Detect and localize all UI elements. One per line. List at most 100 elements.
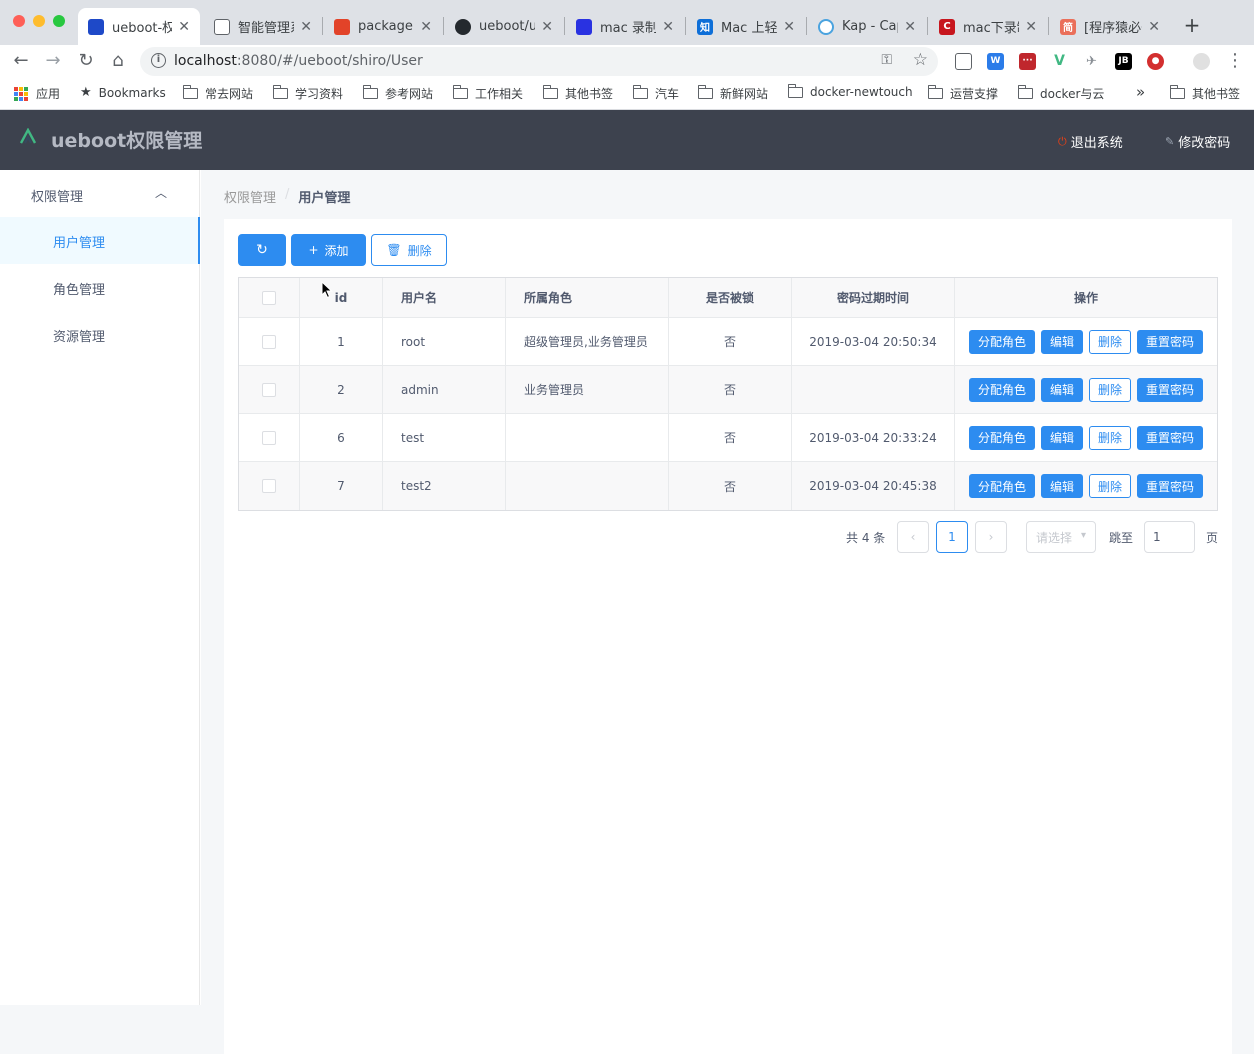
profile-avatar-icon[interactable] [1193, 53, 1210, 70]
delete-button-label: 删除 [407, 243, 432, 258]
folder-icon [787, 83, 803, 98]
bookmark-folder[interactable]: docker-newtouch [787, 83, 913, 99]
sidebar-group-permissions[interactable]: 权限管理 ︿ [0, 170, 199, 217]
record-extension-icon[interactable]: ● [1147, 53, 1164, 70]
column-header-id: id [300, 278, 383, 317]
assign-role-button[interactable]: 分配角色 [968, 474, 1035, 498]
bookmark-folder[interactable]: 运营支撑 [927, 85, 998, 102]
page-size-select[interactable]: 请选择 ▾ [1026, 521, 1096, 553]
new-tab-icon[interactable]: + [1180, 14, 1204, 38]
bookmark-bookmarks[interactable]: ★ Bookmarks [80, 85, 166, 100]
sidebar-item-users[interactable]: 用户管理 [0, 217, 200, 264]
logout-button[interactable]: ⏻ 退出系统 [1058, 132, 1123, 152]
browser-tab[interactable]: package.js ✕ [324, 8, 442, 45]
site-info-icon[interactable]: i [151, 53, 166, 68]
bookmark-other-folder[interactable]: 其他书签 [1169, 85, 1240, 102]
cell-locked: 否 [669, 366, 792, 413]
close-tab-icon[interactable]: ✕ [1148, 19, 1160, 35]
delete-button[interactable]: 🗑 删除 [371, 234, 447, 266]
sidebar-item-resources[interactable]: 资源管理 [0, 311, 200, 358]
close-window-button[interactable] [13, 15, 25, 27]
reset-password-button[interactable]: 重置密码 [1137, 425, 1204, 450]
sidebar-group-label: 权限管理 [31, 190, 84, 205]
bookmark-folder[interactable]: 参考网站 [362, 85, 433, 102]
home-icon[interactable]: ⌂ [107, 50, 129, 72]
vue-logo-icon [20, 128, 37, 144]
reload-icon[interactable]: ↻ [75, 50, 97, 72]
bookmark-folder[interactable]: 常去网站 [182, 85, 253, 102]
bookmark-folder[interactable]: 工作相关 [452, 85, 524, 102]
select-all-cell [239, 278, 300, 317]
bookmark-star-icon[interactable]: ☆ [913, 50, 928, 70]
bookmark-folder[interactable]: 学习资料 [272, 85, 343, 102]
key-icon[interactable]: ⚿ [881, 52, 892, 68]
bookmark-folder[interactable]: docker与云 [1017, 85, 1104, 102]
browser-tab[interactable]: ueboot/ue ✕ [445, 8, 563, 45]
close-tab-icon[interactable]: ✕ [662, 19, 674, 35]
back-icon[interactable]: ← [10, 50, 32, 72]
row-checkbox[interactable] [262, 334, 276, 349]
browser-tab[interactable]: mac 录制g ✕ [566, 8, 684, 45]
browser-tab[interactable]: ueboot-权 ✕ [78, 8, 200, 45]
reset-password-button[interactable]: 重置密码 [1137, 474, 1204, 498]
edit-button[interactable]: 编辑 [1040, 377, 1083, 402]
row-checkbox[interactable] [262, 382, 276, 397]
page-button[interactable]: 1 [936, 521, 968, 553]
add-button[interactable]: + 添加 [291, 234, 366, 266]
chevron-down-icon: ▾ [1080, 530, 1086, 541]
row-delete-button[interactable]: 删除 [1089, 425, 1132, 450]
row-delete-button[interactable]: 删除 [1089, 329, 1132, 354]
browser-tab[interactable]: 智能管理系 ✕ [204, 8, 322, 45]
select-all-checkbox[interactable] [262, 290, 276, 305]
close-tab-icon[interactable]: ✕ [300, 19, 312, 35]
w-extension-icon[interactable]: W [987, 53, 1004, 70]
sidebar-item-roles[interactable]: 角色管理 [0, 264, 200, 311]
row-checkbox[interactable] [262, 479, 276, 493]
browser-tab[interactable]: Kap - Cap ✕ [808, 8, 926, 45]
bookmark-folder[interactable]: 汽车 [632, 85, 679, 102]
edit-button[interactable]: 编辑 [1040, 474, 1083, 498]
fullscreen-window-button[interactable] [53, 15, 65, 27]
browser-tab[interactable]: 知 Mac 上轻松 ✕ [687, 8, 805, 45]
reset-password-button[interactable]: 重置密码 [1137, 329, 1204, 354]
close-tab-icon[interactable]: ✕ [904, 19, 916, 35]
row-delete-button[interactable]: 删除 [1089, 474, 1132, 498]
edit-button[interactable]: 编辑 [1040, 329, 1083, 354]
breadcrumb-parent[interactable]: 权限管理 [224, 187, 276, 206]
browser-tab[interactable]: 简 [程序猿必备 ✕ [1050, 8, 1170, 45]
jb-extension-icon[interactable]: JB [1115, 53, 1132, 70]
assign-role-button[interactable]: 分配角色 [968, 329, 1035, 354]
forward-icon[interactable]: → [42, 50, 64, 72]
close-tab-icon[interactable]: ✕ [420, 19, 432, 35]
close-tab-icon[interactable]: ✕ [541, 19, 553, 35]
close-tab-icon[interactable]: ✕ [1025, 19, 1037, 35]
row-checkbox[interactable] [262, 430, 276, 445]
edit-button[interactable]: 编辑 [1040, 425, 1083, 450]
bookmark-folder[interactable]: 新鲜网站 [697, 85, 769, 102]
address-bar[interactable]: i localhost:8080/#/ueboot/shiro/User ⚿ ☆ [140, 47, 938, 76]
bookmarks-overflow-button[interactable]: » [1136, 83, 1145, 101]
row-delete-button[interactable]: 删除 [1089, 377, 1132, 402]
table-row: 7 test2 否 2019-03-04 20:45:38 分配角色 编辑 删除… [239, 462, 1217, 510]
bookmark-apps[interactable]: 应用 [14, 85, 60, 102]
change-password-button[interactable]: ✎ 修改密码 [1165, 132, 1230, 151]
vue-extension-icon[interactable]: V [1051, 53, 1068, 70]
bookmark-folder[interactable]: 其他书签 [542, 85, 613, 102]
assign-role-button[interactable]: 分配角色 [968, 425, 1035, 450]
bookmark-label: 新鲜网站 [720, 87, 769, 101]
reset-password-button[interactable]: 重置密码 [1137, 377, 1204, 402]
bookmark-label: 工作相关 [475, 87, 524, 101]
browser-tab[interactable]: C mac下录制 ✕ [929, 8, 1047, 45]
minimize-window-button[interactable] [33, 15, 45, 27]
assign-role-button[interactable]: 分配角色 [968, 377, 1035, 402]
jump-page-input[interactable]: 1 [1144, 521, 1195, 553]
refresh-button[interactable]: ↻ [238, 234, 286, 266]
prev-page-button[interactable]: ‹ [897, 521, 929, 553]
close-tab-icon[interactable]: ✕ [178, 19, 190, 35]
browser-menu-icon[interactable]: ⋮ [1226, 50, 1244, 71]
dots-extension-icon[interactable]: ··· [1019, 53, 1036, 70]
close-tab-icon[interactable]: ✕ [783, 19, 795, 35]
shield-extension-icon[interactable] [955, 53, 972, 70]
next-page-button[interactable]: › [975, 521, 1007, 553]
bird-extension-icon[interactable]: ✈ [1083, 53, 1100, 70]
